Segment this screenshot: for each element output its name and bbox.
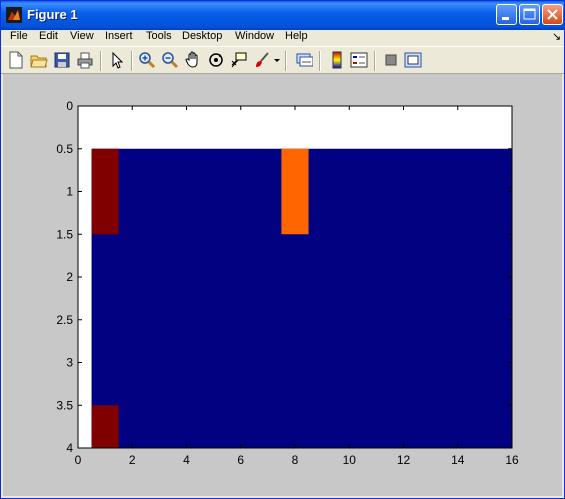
x-tick-label: 4 (183, 453, 190, 467)
menu-bar: File Edit View Insert Tools Desktop Wind… (1, 30, 564, 45)
toolbar-separator (285, 51, 287, 71)
close-icon (547, 9, 558, 20)
menu-edit[interactable]: Edit (39, 30, 58, 42)
figure-canvas[interactable]: 0 2 4 6 8 10 12 14 16 0 0.5 1 1.5 2 2.5 3 3.5 4 (3, 74, 562, 496)
rotate-3d-icon[interactable] (207, 51, 225, 69)
toolbar-separator (374, 51, 376, 71)
y-tick-label: 3 (66, 356, 73, 370)
minimize-button[interactable] (496, 4, 517, 25)
minimize-icon (502, 17, 509, 20)
maximize-button[interactable] (519, 4, 540, 25)
menu-window[interactable]: Window (235, 30, 274, 42)
toolbar-separator (100, 51, 102, 71)
pan-icon[interactable] (184, 51, 202, 69)
menu-tools[interactable]: Tools (146, 30, 172, 42)
y-tick-label: 3.5 (56, 398, 73, 412)
x-tick-label: 0 (75, 453, 82, 467)
save-icon[interactable] (53, 51, 71, 69)
x-tick-label: 8 (292, 453, 299, 467)
colorbar-icon[interactable] (328, 51, 346, 69)
menu-desktop[interactable]: Desktop (182, 30, 222, 42)
heatmap-plot[interactable]: 0 2 4 6 8 10 12 14 16 0 0.5 1 1.5 2 2.5 3 3.5 4 (3, 74, 562, 496)
window-title: Figure 1 (27, 7, 78, 22)
menu-insert[interactable]: Insert (105, 30, 133, 42)
new-figure-icon[interactable] (7, 51, 25, 69)
x-tick-label: 10 (343, 453, 357, 467)
brush-icon[interactable] (253, 51, 271, 69)
matlab-icon (6, 7, 22, 23)
heatmap-cell-0 (91, 148, 119, 235)
menu-file[interactable]: File (10, 30, 28, 42)
hide-plot-tools-icon[interactable] (382, 51, 400, 69)
x-tick-label: 14 (451, 453, 465, 467)
y-tick-label: 0 (66, 99, 73, 113)
y-tick-label: 1.5 (56, 227, 73, 241)
x-tick-label: 16 (505, 453, 519, 467)
brush-dropdown-icon[interactable] (273, 51, 281, 69)
figure-window: Figure 1 File Edit View Insert Tools Des… (0, 0, 565, 499)
menu-help[interactable]: Help (285, 30, 308, 42)
toolbar-separator (131, 51, 133, 71)
heatmap-cell-2 (91, 405, 119, 448)
close-button[interactable] (542, 4, 563, 25)
show-plot-tools-icon[interactable] (404, 51, 422, 69)
open-file-icon[interactable] (30, 51, 48, 69)
x-tick-label: 12 (397, 453, 411, 467)
x-tick-label: 2 (129, 453, 136, 467)
y-tick-label: 4 (66, 441, 73, 455)
data-cursor-icon[interactable] (230, 51, 248, 69)
y-tick-label: 2 (66, 270, 73, 284)
x-tick-label: 6 (237, 453, 244, 467)
toolbar-separator (319, 51, 321, 71)
maximize-icon (523, 8, 536, 20)
heatmap-cell-1 (281, 148, 309, 235)
y-tick-label: 0.5 (56, 142, 73, 156)
link-plot-icon[interactable] (295, 51, 313, 69)
y-tick-label: 1 (66, 185, 73, 199)
pointer-icon[interactable] (108, 51, 126, 69)
zoom-in-icon[interactable] (138, 51, 156, 69)
zoom-out-icon[interactable] (161, 51, 179, 69)
legend-icon[interactable] (350, 51, 368, 69)
title-bar[interactable]: Figure 1 (1, 1, 564, 30)
figure-toolbar (1, 46, 564, 74)
y-tick-label: 2.5 (56, 313, 73, 327)
menu-view[interactable]: View (70, 30, 94, 42)
print-icon[interactable] (76, 51, 94, 69)
menu-chevron-icon[interactable]: ↘ (552, 30, 561, 43)
